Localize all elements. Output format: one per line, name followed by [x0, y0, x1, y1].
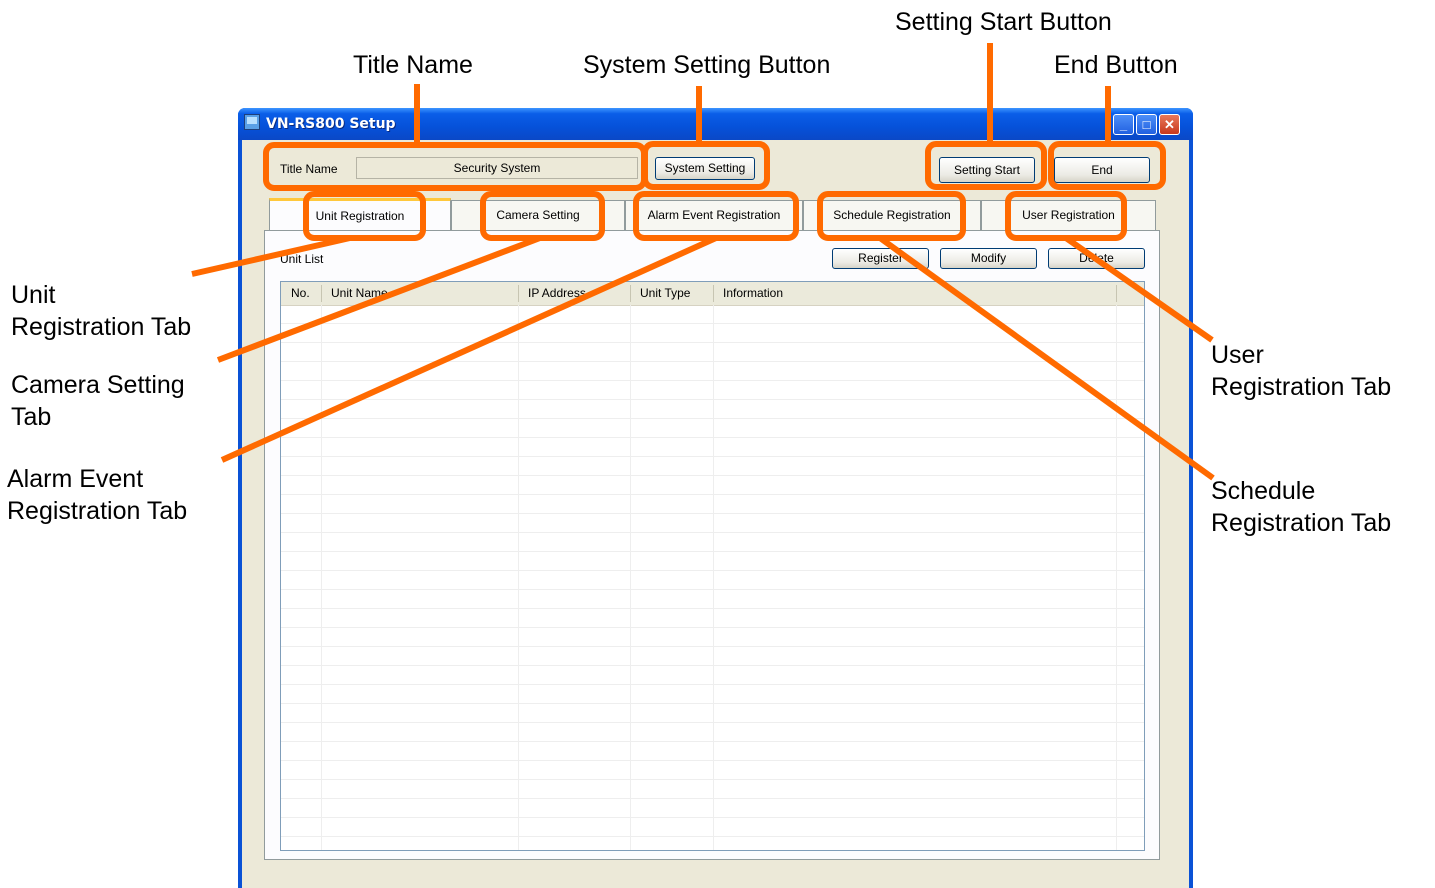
callout-box-user-tab	[1005, 191, 1127, 241]
callout-user-registration-tab-line2: Registration Tab	[1211, 373, 1392, 401]
callout-schedule-registration-tab-line1: Schedule	[1211, 477, 1316, 505]
callout-box-alarm-event-tab	[633, 191, 799, 241]
leader-schedule-tab	[878, 235, 1215, 481]
callout-box-end	[1048, 141, 1166, 190]
callout-camera-setting-tab-line1: Camera Setting	[11, 371, 185, 399]
callout-setting-start-button: Setting Start Button	[895, 8, 1112, 36]
callout-end-button: End Button	[1054, 51, 1178, 79]
callout-box-title-name	[263, 142, 647, 191]
callout-box-system-setting	[642, 141, 770, 190]
leader-unit-tab	[191, 235, 351, 277]
callout-alarm-event-tab-line2: Registration Tab	[7, 497, 188, 525]
callout-box-camera-setting-tab	[480, 191, 605, 241]
leader-alarm-tab	[220, 235, 718, 463]
callout-box-schedule-tab	[817, 191, 966, 241]
callout-camera-setting-tab-line2: Tab	[11, 403, 52, 431]
annotation-overlay	[191, 43, 1215, 481]
callout-user-registration-tab-line1: User	[1211, 341, 1264, 369]
callout-unit-registration-tab-line1: Unit	[11, 281, 56, 309]
callout-unit-registration-tab-line2: Registration Tab	[11, 313, 192, 341]
callout-box-setting-start	[925, 141, 1047, 190]
callout-title-name: Title Name	[353, 51, 473, 79]
callout-alarm-event-tab-line1: Alarm Event	[7, 465, 144, 493]
callout-system-setting-button: System Setting Button	[583, 51, 831, 79]
leader-user-tab	[1064, 235, 1214, 343]
callout-schedule-registration-tab-line2: Registration Tab	[1211, 509, 1392, 537]
callout-box-unit-registration-tab	[303, 191, 426, 241]
